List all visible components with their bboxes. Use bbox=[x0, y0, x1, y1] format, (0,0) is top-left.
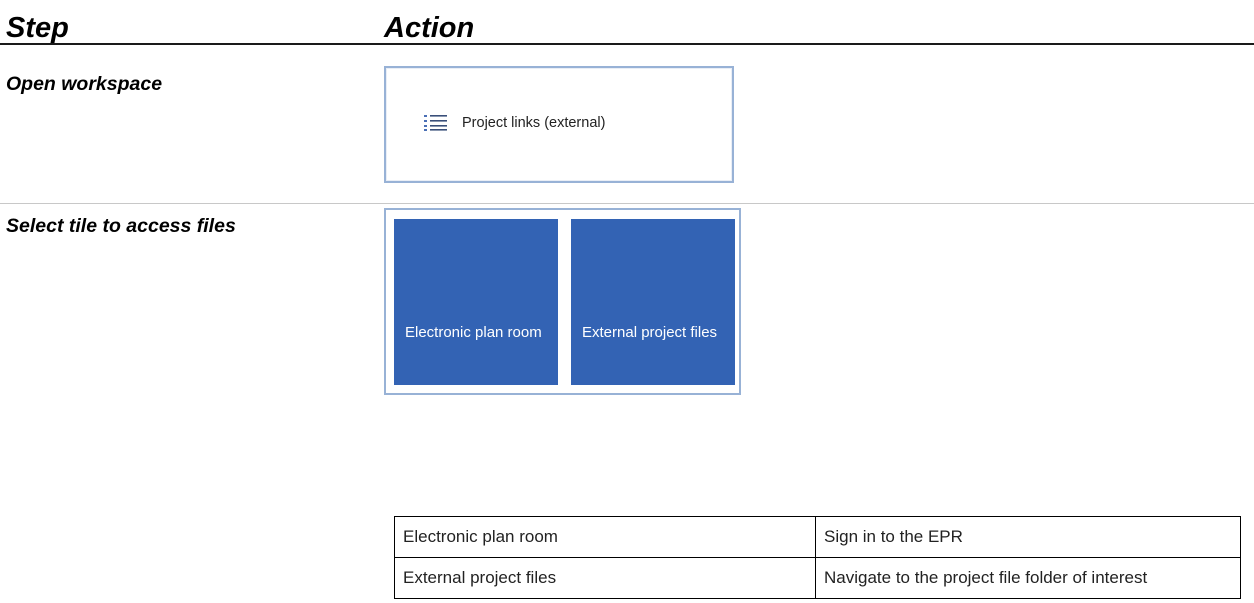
step-column-header: Step bbox=[6, 12, 69, 44]
step-label-select-tile: Select tile to access files bbox=[6, 215, 236, 237]
table-row: External project files Navigate to the p… bbox=[394, 557, 1241, 599]
workspace-screenshot: Project links (external) bbox=[384, 66, 734, 183]
table-cell-tile: Electronic plan room bbox=[394, 516, 816, 558]
external-project-files-tile[interactable]: External project files bbox=[571, 219, 735, 385]
table-cell-tile: External project files bbox=[394, 557, 816, 599]
tile-label: Electronic plan room bbox=[405, 324, 542, 341]
step-label-open-workspace: Open workspace bbox=[6, 73, 163, 95]
project-links-link[interactable]: Project links (external) bbox=[424, 114, 605, 132]
table-row: Electronic plan room Sign in to the EPR bbox=[394, 516, 1241, 558]
header-rule bbox=[0, 43, 1254, 45]
table-cell-action: Navigate to the project file folder of i… bbox=[815, 557, 1241, 599]
project-links-label: Project links (external) bbox=[462, 115, 606, 131]
electronic-plan-room-tile[interactable]: Electronic plan room bbox=[394, 219, 558, 385]
tile-label: External project files bbox=[582, 324, 718, 341]
action-column-header: Action bbox=[384, 12, 475, 44]
tiles-screenshot: Electronic plan room External project fi… bbox=[384, 208, 741, 395]
table-cell-action: Sign in to the EPR bbox=[815, 516, 1241, 558]
tile-action-table: Electronic plan room Sign in to the EPR … bbox=[394, 516, 1241, 599]
list-icon bbox=[424, 114, 448, 132]
row-divider bbox=[0, 203, 1254, 204]
